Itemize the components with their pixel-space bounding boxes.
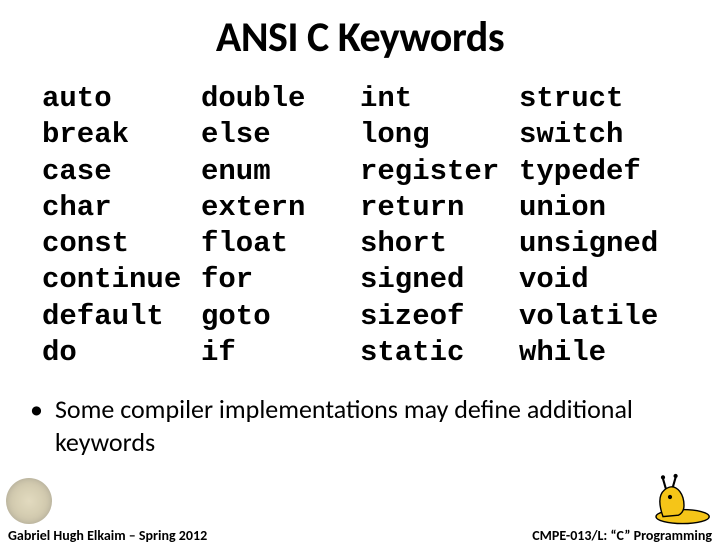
keyword-col-3: int long register return short signed si… [360, 81, 519, 371]
keyword: sizeof [360, 299, 519, 335]
slug-mascot-icon [642, 468, 712, 526]
keyword: static [360, 335, 519, 371]
keyword: for [201, 262, 360, 298]
keyword: register [360, 154, 519, 190]
bullet-text: Some compiler implementations may define… [55, 393, 690, 458]
bullet-item: • Some compiler implementations may defi… [0, 371, 720, 458]
keyword: while [519, 335, 678, 371]
bullet-marker: • [30, 393, 43, 426]
keyword: union [519, 190, 678, 226]
keyword: if [201, 335, 360, 371]
keyword: signed [360, 262, 519, 298]
keyword: default [42, 299, 201, 335]
keyword: auto [42, 81, 201, 117]
keyword-grid: auto break case char const continue defa… [0, 81, 720, 371]
slide-title: ANSI C Keywords [0, 12, 720, 63]
keyword: typedef [519, 154, 678, 190]
keyword: volatile [519, 299, 678, 335]
keyword: void [519, 262, 678, 298]
keyword: struct [519, 81, 678, 117]
keyword: case [42, 154, 201, 190]
keyword: else [201, 117, 360, 153]
university-seal-icon [6, 478, 52, 524]
keyword: float [201, 226, 360, 262]
keyword: unsigned [519, 226, 678, 262]
keyword: break [42, 117, 201, 153]
keyword-col-2: double else enum extern float for goto i… [201, 81, 360, 371]
keyword: long [360, 117, 519, 153]
keyword: short [360, 226, 519, 262]
keyword: do [42, 335, 201, 371]
keyword-col-4: struct switch typedef union unsigned voi… [519, 81, 678, 371]
keyword: char [42, 190, 201, 226]
keyword-col-1: auto break case char const continue defa… [42, 81, 201, 371]
keyword: continue [42, 262, 201, 298]
footer-course: CMPE-013/L: “C” Programming [532, 527, 712, 544]
keyword: enum [201, 154, 360, 190]
keyword: int [360, 81, 519, 117]
keyword: goto [201, 299, 360, 335]
footer-author: Gabriel Hugh Elkaim – Spring 2012 [8, 527, 207, 544]
keyword: const [42, 226, 201, 262]
keyword: switch [519, 117, 678, 153]
keyword: extern [201, 190, 360, 226]
keyword: return [360, 190, 519, 226]
keyword: double [201, 81, 360, 117]
